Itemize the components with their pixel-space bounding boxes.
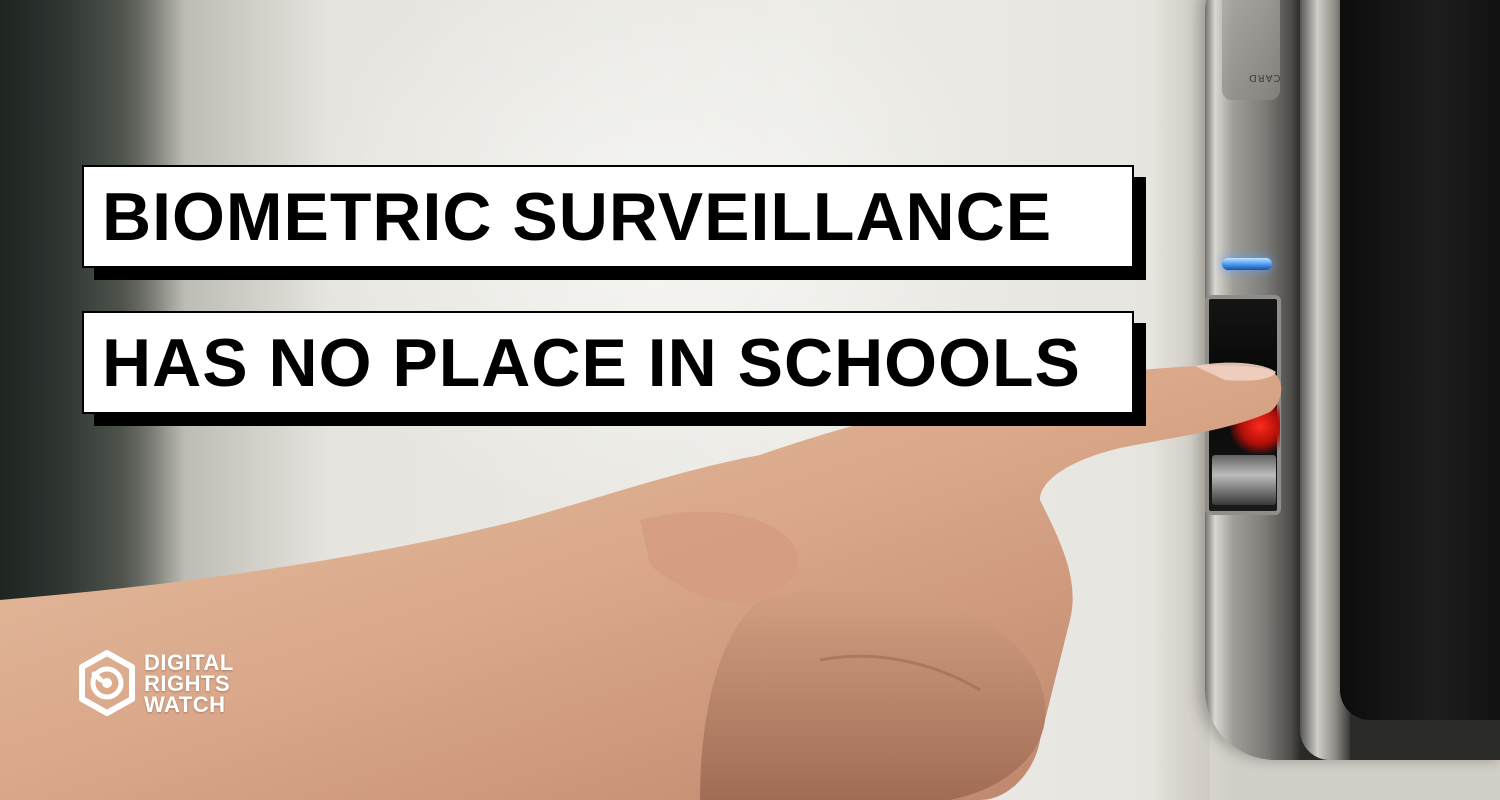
logo-wordmark: DIGITAL RIGHTS WATCH: [144, 649, 234, 717]
headline-line-1-box: BIOMETRIC SURVEILLANCE: [82, 165, 1134, 268]
digital-rights-watch-logo: DIGITAL RIGHTS WATCH: [78, 650, 234, 716]
hexagon-eye-icon: [79, 650, 135, 716]
logo-line-2: RIGHTS: [144, 670, 231, 696]
photo-scene: CARD BIOMETRIC SURVEILLANCE HAS NO PLACE: [0, 0, 1500, 800]
forearm: [0, 365, 1282, 800]
logo-line-3: WATCH: [144, 691, 226, 717]
logo-line-1: DIGITAL: [144, 649, 234, 675]
headline-line-2: HAS NO PLACE IN SCHOOLS: [102, 324, 1081, 401]
headline-line-1: BIOMETRIC SURVEILLANCE: [102, 178, 1053, 255]
headline-line-2-box: HAS NO PLACE IN SCHOOLS: [82, 311, 1134, 414]
